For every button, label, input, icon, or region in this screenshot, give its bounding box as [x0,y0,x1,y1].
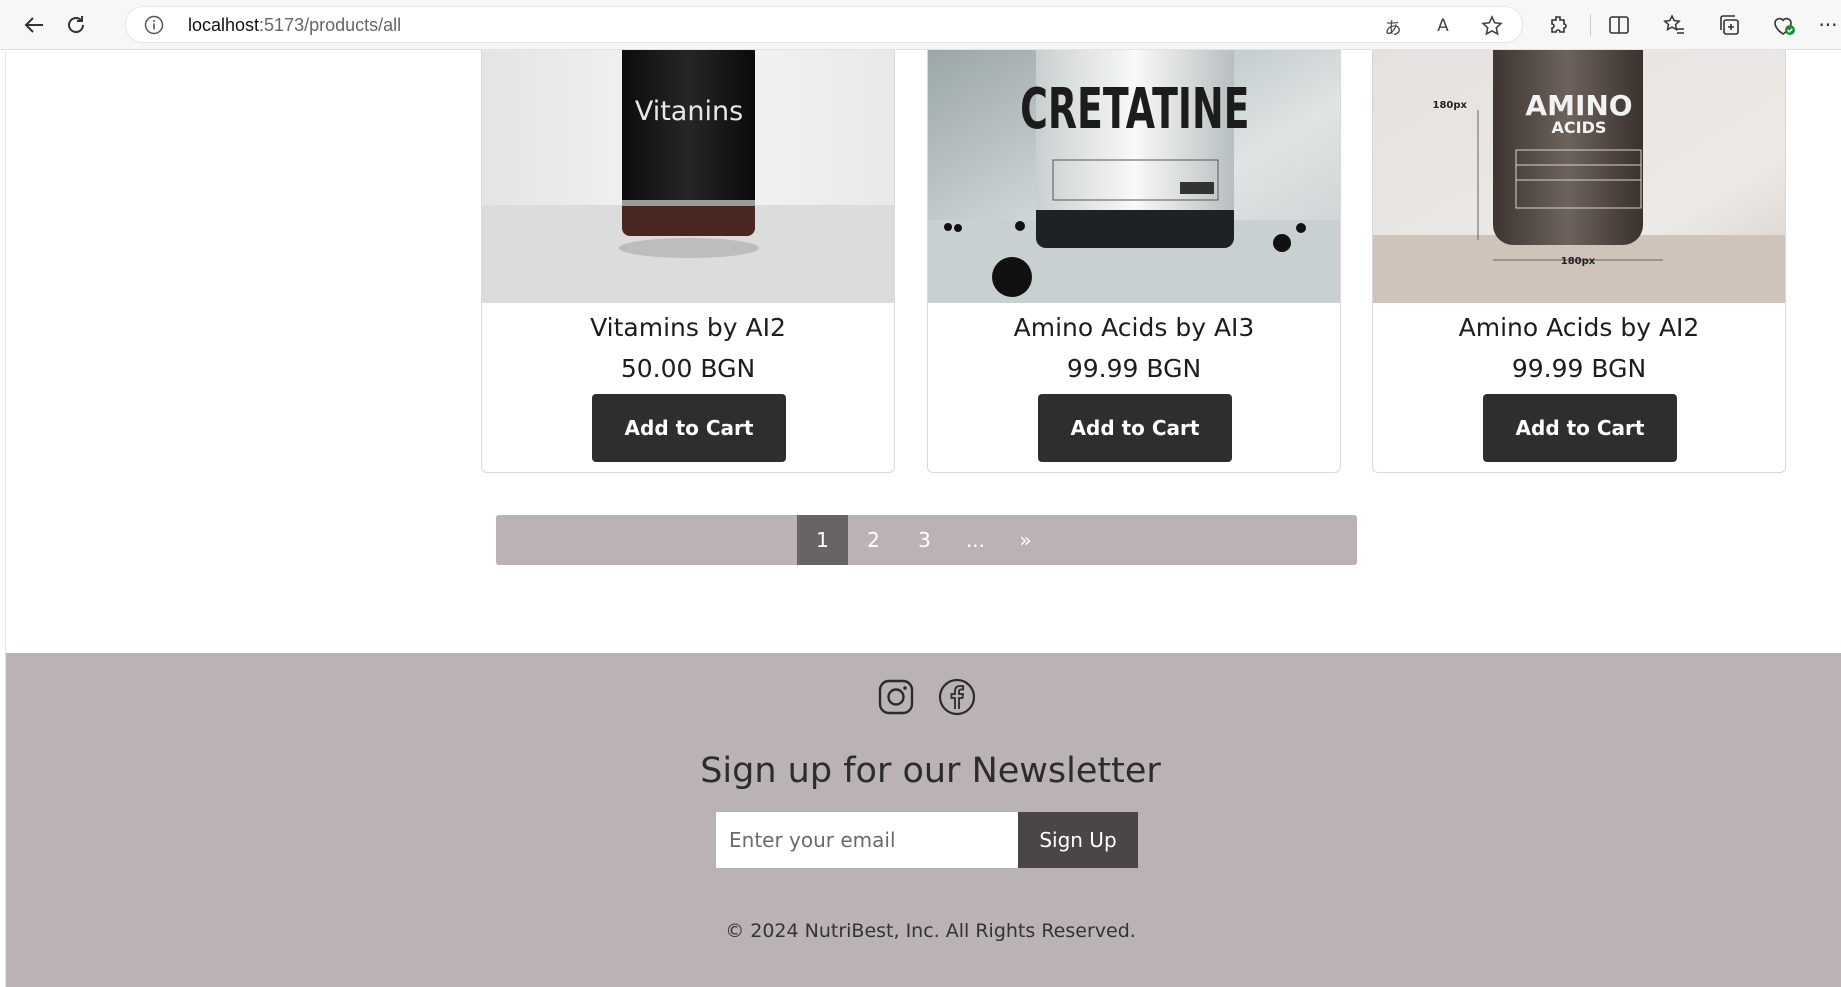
add-to-cart-button[interactable]: Add to Cart [1038,394,1232,462]
newsletter-form: Sign Up [716,812,1138,868]
translate-icon[interactable]: あ [1381,15,1405,39]
product-image[interactable]: Vitanins [482,50,894,303]
dimension-label: 180px [1561,256,1596,267]
toolbar-separator [1590,14,1591,36]
product-price: 99.99 BGN [1511,354,1647,383]
facebook-link[interactable] [938,678,976,716]
split-screen-icon[interactable] [1605,12,1633,38]
page-link-ellipsis[interactable]: ... [950,515,1001,565]
url-text[interactable]: localhost:5173/products/all [188,15,401,36]
favorite-star-icon[interactable] [1480,15,1504,37]
collections-icon[interactable] [1715,12,1743,38]
favorites-icon[interactable] [1660,12,1688,38]
product-image-label-2: ACIDS [1552,118,1607,137]
dimension-label: 180px [1433,100,1468,111]
info-icon[interactable] [144,15,164,35]
product-name[interactable]: Vitamins by AI2 [482,313,894,342]
email-input[interactable] [716,812,1018,868]
page-link-2[interactable]: 2 [848,515,899,565]
address-bar[interactable]: localhost:5173/products/all あ A [125,6,1523,43]
product-name[interactable]: Amino Acids by AI3 [928,313,1340,342]
url-path: :5173/products/all [259,15,402,35]
product-image[interactable]: CRETATINE [928,50,1340,303]
read-aloud-icon[interactable]: A [1431,15,1455,37]
product-price: 99.99 BGN [1066,354,1202,383]
browser-essentials-icon[interactable] [1770,12,1798,38]
back-arrow-icon [24,17,43,33]
product-image[interactable]: AMINO ACIDS 180px 180px [1373,50,1785,303]
facebook-icon [938,678,976,716]
product-image-label: Vitanins [635,96,743,127]
copyright-text: © 2024 NutriBest, Inc. All Rights Reserv… [725,920,1136,942]
product-card: AMINO ACIDS 180px 180px Amino Acids by A… [1372,50,1786,473]
reload-button[interactable] [60,10,92,40]
product-card: CRETATINE Amino Acids by AI3 99.99 BGN A… [927,50,1341,473]
product-name[interactable]: Amino Acids by AI2 [1373,313,1785,342]
pagination: 1 2 3 ... » [496,515,1357,565]
reload-icon [68,16,84,33]
product-image-label: CRETATINE [1020,78,1249,142]
page-link-1[interactable]: 1 [797,515,848,565]
page-link-next[interactable]: » [1000,515,1051,565]
back-button[interactable] [18,10,50,40]
more-options-icon[interactable]: ··· [1818,12,1838,38]
page-content: Vitanins Vitamins by AI2 50.00 BGN Add t… [5,50,1841,987]
page-link-3[interactable]: 3 [899,515,950,565]
product-price: 50.00 BGN [620,354,756,383]
instagram-icon [878,679,914,715]
add-to-cart-button[interactable]: Add to Cart [592,394,786,462]
instagram-link[interactable] [877,678,915,716]
product-card: Vitanins Vitamins by AI2 50.00 BGN Add t… [481,50,895,473]
url-host: localhost [188,15,260,35]
add-to-cart-button[interactable]: Add to Cart [1483,394,1677,462]
newsletter-title: Sign up for our Newsletter [700,751,1161,791]
footer: Sign up for our Newsletter Sign Up © 202… [6,653,1841,987]
browser-toolbar: localhost:5173/products/all あ A ··· [0,0,1841,50]
extensions-icon[interactable] [1545,12,1573,38]
sign-up-button[interactable]: Sign Up [1018,812,1138,868]
